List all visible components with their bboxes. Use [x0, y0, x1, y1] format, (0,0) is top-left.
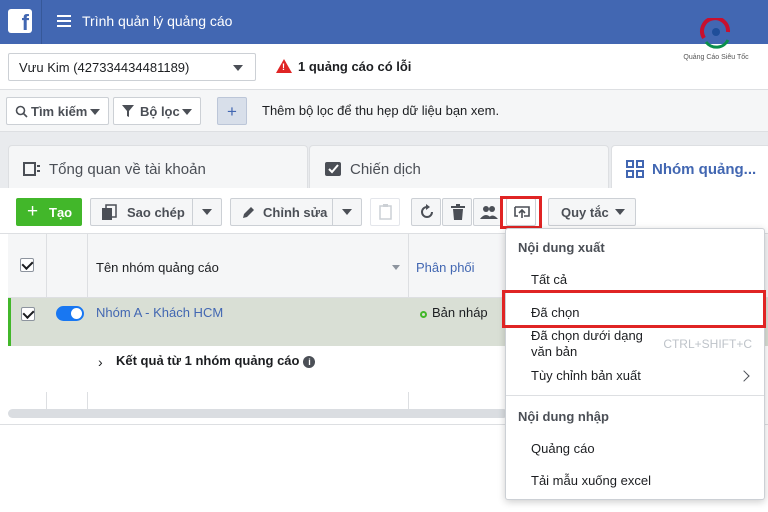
funnel-icon — [122, 105, 134, 117]
menu-item-export-all[interactable]: Tất cả — [531, 272, 567, 287]
chevron-down-icon — [615, 209, 625, 215]
trash-icon — [451, 204, 465, 220]
edit-button[interactable]: Chỉnh sửa — [230, 198, 362, 226]
export-section-title: Nội dung xuất — [518, 240, 605, 255]
selected-option-highlight — [502, 290, 766, 328]
logo-letter: f — [21, 10, 29, 33]
menu-item-download-excel-template[interactable]: Tải mẫu xuống excel — [531, 473, 651, 488]
select-all-checkbox[interactable] — [20, 258, 34, 272]
chevron-right-icon[interactable]: › — [98, 354, 103, 370]
tab-label: Nhóm quảng... — [652, 161, 757, 178]
tab-account-overview[interactable]: Tổng quan về tài khoản — [8, 145, 308, 189]
split-divider — [192, 199, 193, 225]
add-filter-button[interactable]: + — [217, 97, 247, 125]
tab-label: Chiến dịch — [350, 161, 421, 178]
people-icon — [480, 206, 498, 219]
menu-item-custom-export[interactable]: Tùy chỉnh bản xuất — [531, 368, 641, 383]
facebook-logo-icon[interactable]: f — [8, 9, 32, 33]
adset-name-link[interactable]: Nhóm A - Khách HCM — [96, 305, 223, 320]
info-icon[interactable]: i — [303, 355, 316, 368]
menu-item-import-ads[interactable]: Quảng cáo — [531, 441, 595, 456]
rules-button[interactable]: Quy tắc — [548, 198, 636, 226]
create-button[interactable]: + Tạo — [16, 198, 82, 226]
plus-icon: + — [27, 201, 39, 222]
filter-button[interactable]: Bộ lọc — [113, 97, 201, 125]
column-header-delivery[interactable]: Phân phối — [416, 260, 475, 275]
refresh-icon — [421, 204, 433, 218]
duplicate-button[interactable]: Sao chép — [90, 198, 222, 226]
top-bar: f Trình quản lý quảng cáo — [0, 0, 768, 44]
clipboard-button[interactable] — [370, 198, 400, 226]
sort-icon[interactable] — [392, 265, 400, 270]
search-icon — [15, 105, 28, 118]
chevron-right-icon — [738, 370, 750, 382]
chevron-down-icon[interactable] — [202, 209, 212, 215]
split-divider — [332, 199, 333, 225]
grid-icon — [626, 160, 644, 178]
chevron-down-icon[interactable] — [342, 209, 352, 215]
delete-button[interactable] — [442, 198, 472, 226]
tab-ad-sets[interactable]: Nhóm quảng... — [611, 145, 768, 189]
chevron-down-icon — [182, 109, 192, 115]
account-overview-icon — [23, 162, 40, 176]
row-toggle[interactable] — [56, 306, 84, 321]
chevron-down-icon — [90, 109, 100, 115]
menu-separator — [506, 395, 764, 396]
account-row: Vưu Kim (427334434481189) ! 1 quảng cáo … — [0, 44, 768, 90]
rules-label: Quy tắc — [561, 205, 609, 220]
filter-hint: Thêm bộ lọc để thu hẹp dữ liệu bạn xem. — [262, 103, 500, 118]
pencil-icon — [243, 207, 254, 218]
campaign-folder-icon — [325, 162, 341, 176]
import-section-title: Nội dung nhập — [518, 409, 609, 424]
error-notice[interactable]: 1 quảng cáo có lỗi — [298, 59, 411, 74]
menu-item-line: Đã chọn dưới dạng — [531, 328, 643, 343]
topbar-divider — [41, 0, 42, 44]
refresh-button[interactable] — [411, 198, 441, 226]
app-title: Trình quản lý quảng cáo — [82, 13, 233, 29]
tab-label: Tổng quan về tài khoản — [49, 161, 206, 178]
filter-label: Bộ lọc — [140, 104, 180, 119]
search-button[interactable]: Tìm kiếm — [6, 97, 109, 125]
column-header-name[interactable]: Tên nhóm quảng cáo — [96, 260, 219, 275]
duplicate-label: Sao chép — [127, 205, 185, 220]
hamburger-menu-icon[interactable] — [57, 15, 71, 27]
row-checkbox[interactable] — [21, 307, 35, 321]
delivery-status: Bản nháp — [432, 305, 488, 320]
results-summary-text: Kết quả từ 1 nhóm quảng cáo i — [116, 353, 316, 368]
export-button-highlight — [500, 196, 542, 229]
edit-label: Chỉnh sửa — [263, 205, 328, 220]
clipboard-icon — [379, 204, 392, 220]
tab-campaigns[interactable]: Chiến dịch — [309, 145, 609, 189]
account-selected-value: Vưu Kim (427334434481189) — [19, 60, 190, 75]
warning-icon: ! — [276, 59, 292, 73]
chevron-down-icon — [233, 65, 243, 71]
export-import-menu: Nội dung xuất Tất cả Đã chọn Đã chọn dướ… — [505, 228, 765, 500]
menu-item-export-selected-text[interactable]: Đã chọn dưới dạng văn bản — [531, 328, 643, 360]
menu-item-line: văn bản — [531, 344, 578, 359]
plus-icon: + — [227, 102, 237, 121]
create-label: Tạo — [49, 205, 73, 220]
filter-row: Tìm kiếm Bộ lọc + Thêm bộ lọc để thu hẹp… — [0, 90, 768, 132]
horizontal-scrollbar[interactable] — [8, 409, 508, 418]
audience-button[interactable] — [473, 198, 503, 226]
summary-label: Kết quả từ 1 nhóm quảng cáo — [116, 353, 300, 368]
status-dot-icon — [420, 311, 427, 318]
duplicate-icon — [102, 204, 117, 220]
keyboard-shortcut: CTRL+SHIFT+C — [663, 337, 752, 351]
search-label: Tìm kiếm — [31, 104, 88, 119]
account-selector[interactable]: Vưu Kim (427334434481189) — [8, 53, 256, 81]
